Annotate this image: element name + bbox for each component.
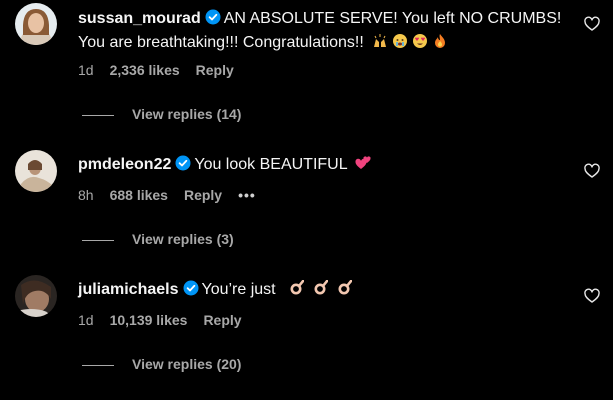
view-replies-button[interactable]: View replies (3): [82, 230, 234, 248]
view-replies-button[interactable]: View replies (20): [82, 355, 241, 373]
comment-meta: 8h 688 likes Reply •••: [78, 186, 272, 204]
view-replies-label: View replies (3): [132, 231, 234, 247]
verified-badge-icon: [183, 280, 198, 296]
reply-button[interactable]: Reply: [196, 62, 234, 78]
comment-text-block: pmdeleon22 You look BEAUTIFUL: [78, 153, 573, 177]
view-replies-label: View replies (20): [132, 356, 242, 372]
view-replies-divider: [82, 364, 114, 366]
avatar[interactable]: [15, 275, 57, 317]
raising-hands-emoji-icon: [374, 34, 387, 47]
fire-emoji-icon: [435, 34, 446, 48]
avatar[interactable]: [15, 3, 57, 45]
comment-time: 8h: [78, 187, 94, 203]
comment-time: 1d: [78, 312, 94, 328]
comment-text: You look BEAUTIFUL: [194, 156, 348, 173]
verified-badge-icon: [205, 9, 221, 25]
avatar[interactable]: [15, 150, 57, 192]
view-replies-divider: [82, 239, 114, 241]
comment-text-block: sussan_mourad AN ABSOLUTE SERVE! You left…: [78, 7, 573, 55]
like-heart-icon[interactable]: [584, 288, 600, 304]
comment-meta: 1d 10,139 likes Reply: [78, 311, 258, 329]
more-options-icon[interactable]: •••: [238, 187, 256, 203]
ok-hand-emoji-icon: [314, 280, 329, 295]
heart-eyes-emoji-icon: [413, 34, 428, 48]
comment-likes[interactable]: 10,139 likes: [110, 312, 188, 328]
like-heart-icon[interactable]: [584, 16, 600, 32]
two-hearts-emoji-icon: [355, 156, 372, 169]
comment-text-block: juliamichaels You’re just: [78, 278, 573, 302]
verified-badge-icon: [175, 155, 191, 171]
comment-meta: 1d 2,336 likes Reply: [78, 61, 250, 79]
reply-button[interactable]: Reply: [203, 312, 241, 328]
comment-username[interactable]: juliamichaels: [78, 281, 179, 298]
comment-username[interactable]: pmdeleon22: [78, 156, 171, 173]
view-replies-label: View replies (14): [132, 106, 242, 122]
like-heart-icon[interactable]: [584, 163, 600, 179]
crying-face-emoji-icon: [393, 34, 408, 48]
view-replies-divider: [82, 114, 114, 116]
comment-username[interactable]: sussan_mourad: [78, 10, 201, 27]
comment-text: You’re just: [201, 281, 276, 298]
comment-likes[interactable]: 2,336 likes: [110, 62, 180, 78]
comment-time: 1d: [78, 62, 94, 78]
reply-button[interactable]: Reply: [184, 187, 222, 203]
comment-likes[interactable]: 688 likes: [110, 187, 168, 203]
ok-hand-emoji-icon: [338, 280, 353, 295]
ok-hand-emoji-icon: [290, 280, 305, 295]
view-replies-button[interactable]: View replies (14): [82, 105, 241, 123]
